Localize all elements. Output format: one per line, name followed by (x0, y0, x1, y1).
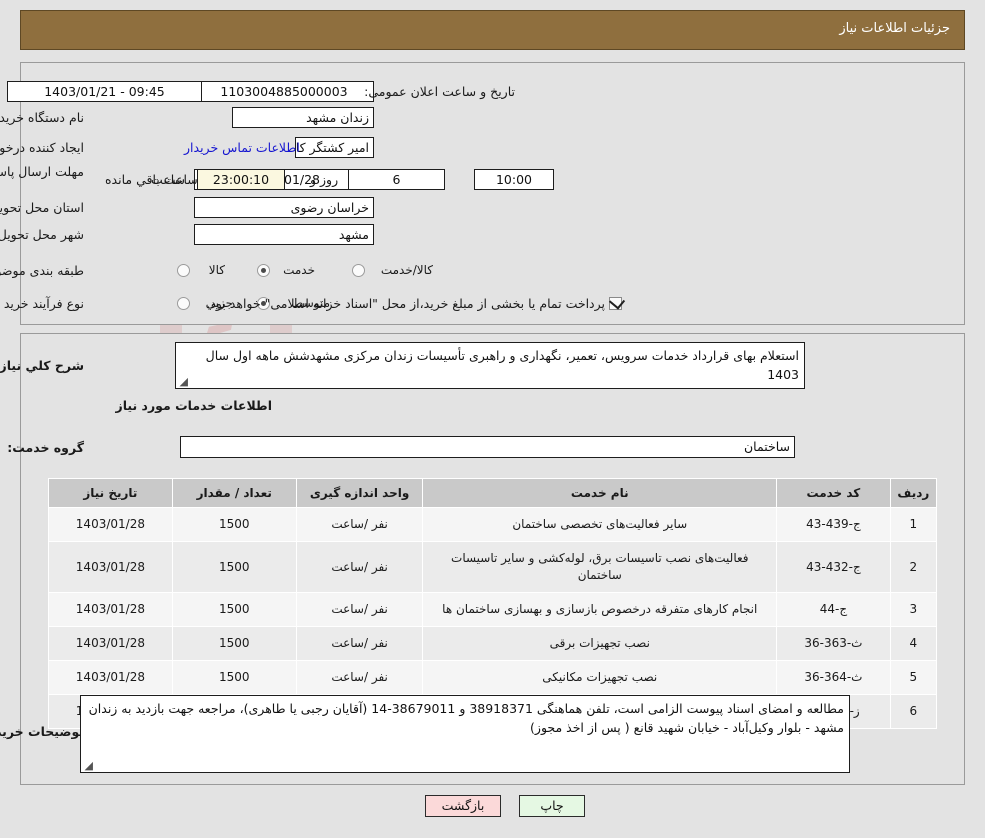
cell-name: نصب تجهیزات مکانیکی (422, 660, 778, 695)
deadline-time-field[interactable]: 10:00 (474, 169, 554, 190)
buyer-notes-label: توضیحات خریدار: (0, 724, 84, 739)
th-code: کد خدمت (776, 478, 891, 508)
page-title: جزئیات اطلاعات نیاز (839, 21, 950, 36)
city-field[interactable]: مشهد (194, 224, 374, 245)
province-field[interactable]: خراسان رضوی (194, 197, 374, 218)
cell-qty: 1500 (171, 507, 297, 542)
cell-date: 1403/01/28 (48, 541, 173, 593)
cell-code: ث-364-36 (776, 660, 891, 695)
cell-unit: نفر /ساعت (295, 660, 424, 695)
service-group-label: گروه خدمت: (7, 440, 84, 455)
cell-row: 4 (889, 626, 938, 661)
table-row: 2 ج-432-43 فعالیت‌های نصب تاسیسات برق، ل… (48, 541, 938, 593)
services-table: ردیف کد خدمت نام خدمت واحد اندازه گیری ت… (48, 478, 938, 729)
cell-qty: 1500 (171, 592, 297, 627)
cell-date: 1403/01/28 (48, 592, 173, 627)
need-summary-text: استعلام بهای قرارداد خدمات سرویس، تعمیر،… (205, 348, 799, 382)
category-label: طبقه بندی موضوعی: (0, 263, 84, 278)
radio-category-kala-khedmat-label: کالا/خدمت (380, 263, 433, 277)
treasury-note-text: پرداخت تمام یا بخشی از مبلغ خرید،از محل … (206, 296, 605, 311)
cell-code: ج-44 (776, 592, 891, 627)
table-row: 3 ج-44 انجام کارهای متفرقه درخصوص بازساز… (48, 592, 938, 627)
th-qty: تعداد / مقدار (171, 478, 297, 508)
buyer-org-field[interactable]: زندان مشهد (232, 107, 374, 128)
services-section-title: اطلاعات خدمات مورد نیاز (115, 398, 273, 413)
radio-category-khedmat[interactable] (257, 264, 270, 277)
cell-date: 1403/01/28 (48, 626, 173, 661)
buyer-contact-link[interactable]: اطلاعات تماس خریدار (184, 140, 300, 155)
cell-unit: نفر /ساعت (295, 626, 424, 661)
service-group-field[interactable]: ساختمان (180, 436, 795, 458)
cell-unit: نفر /ساعت (295, 541, 424, 593)
table-row: 4 ث-363-36 نصب تجهیزات برقی نفر /ساعت 15… (48, 626, 938, 661)
table-row: 1 ج-439-43 سایر فعالیت‌های تخصصی ساختمان… (48, 507, 938, 542)
table-header-row: ردیف کد خدمت نام خدمت واحد اندازه گیری ت… (48, 478, 938, 508)
treasury-checkbox[interactable] (609, 297, 622, 310)
city-label: شهر محل تحویل: (0, 227, 84, 242)
need-number-field[interactable]: 1103004885000003 (194, 81, 374, 102)
radio-category-khedmat-label: خدمت (283, 263, 315, 277)
cell-name: انجام کارهای متفرقه درخصوص بازسازی و بهس… (422, 592, 778, 627)
radio-category-kala-label: کالا (208, 263, 225, 277)
cell-unit: نفر /ساعت (295, 592, 424, 627)
th-name: نام خدمت (422, 478, 778, 508)
cell-qty: 1500 (171, 660, 297, 695)
buyer-org-label: نام دستگاه خریدار: (0, 110, 84, 125)
cell-code: ج-439-43 (776, 507, 891, 542)
cell-row: 3 (889, 592, 938, 627)
window-titlebar: جزئیات اطلاعات نیاز (20, 10, 965, 50)
radio-category-kala-khedmat[interactable] (352, 264, 365, 277)
cell-row: 2 (889, 541, 938, 593)
cell-row: 5 (889, 660, 938, 695)
print-button[interactable]: چاپ (519, 795, 585, 817)
table-row: 5 ث-364-36 نصب تجهیزات مکانیکی نفر /ساعت… (48, 660, 938, 695)
requester-label: ایجاد کننده درخواست: (0, 140, 84, 155)
deadline-label: مهلت ارسال پاسخ: تا تاریخ: (0, 164, 84, 179)
need-summary-label: شرح کلي نیاز: (0, 358, 84, 373)
radio-category-kala[interactable] (177, 264, 190, 277)
buyer-notes-text: مطالعه و امضای اسناد پیوست الزامی است، ت… (88, 701, 844, 735)
cell-name: نصب تجهیزات برقی (422, 626, 778, 661)
cell-code: ث-363-36 (776, 626, 891, 661)
cell-qty: 1500 (171, 541, 297, 593)
deadline-days-field[interactable]: 6 (348, 169, 445, 190)
cell-qty: 1500 (171, 626, 297, 661)
announce-datetime-label: تاریخ و ساعت اعلان عمومی: (364, 84, 515, 99)
resize-grip-icon[interactable]: ◢ (178, 376, 188, 387)
countdown-field: 23:00:10 (197, 169, 285, 190)
need-summary-textarea[interactable]: استعلام بهای قرارداد خدمات سرویس، تعمیر،… (175, 342, 805, 389)
page-root: AriaTender.neT جزئیات اطلاعات نیاز شماره… (0, 0, 985, 838)
countdown-label: ساعت باقي مانده (105, 172, 198, 187)
requester-field[interactable]: امیر کشتگر کاربرداز زندان مشهد (295, 137, 374, 158)
purchase-type-label: نوع فرآیند خرید : (0, 296, 84, 311)
cell-name: فعالیت‌های نصب تاسیسات برق، لوله‌کشی و س… (422, 541, 778, 593)
cell-row: 1 (889, 507, 938, 542)
cell-unit: نفر /ساعت (295, 507, 424, 542)
th-row: ردیف (889, 478, 938, 508)
cell-row: 6 (889, 694, 938, 729)
province-label: استان محل تحویل: (0, 200, 84, 215)
buyer-notes-textarea[interactable]: مطالعه و امضای اسناد پیوست الزامی است، ت… (80, 695, 850, 773)
cell-date: 1403/01/28 (48, 507, 173, 542)
cell-date: 1403/01/28 (48, 660, 173, 695)
cell-code: ج-432-43 (776, 541, 891, 593)
announce-datetime-field[interactable]: 09:45 - 1403/01/21 (7, 81, 202, 102)
deadline-days-label: روز و (310, 172, 339, 187)
radio-purchase-jozii[interactable] (177, 297, 190, 310)
resize-grip-icon[interactable]: ◢ (83, 760, 93, 771)
th-date: تاریخ نیاز (48, 478, 173, 508)
cell-name: سایر فعالیت‌های تخصصی ساختمان (422, 507, 778, 542)
th-unit: واحد اندازه گیری (295, 478, 424, 508)
back-button[interactable]: بازگشت (425, 795, 501, 817)
